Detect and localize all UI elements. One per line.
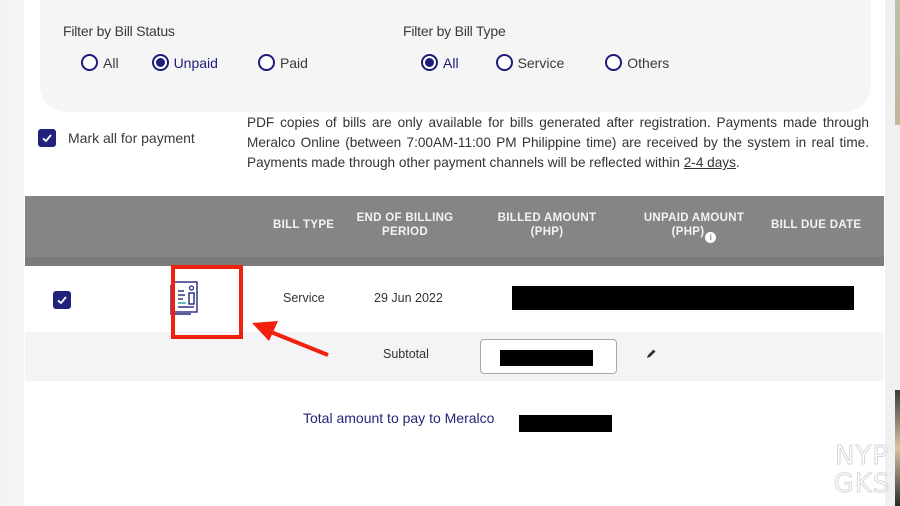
radio-label: All [443,54,459,71]
bill-status-filter: Filter by Bill Status All Unpaid Paid [63,23,308,71]
subtotal-label: Subtotal [383,347,429,361]
radio-label: All [103,54,119,71]
header-text: BILLED AMOUNT [497,212,597,224]
posting-days-link[interactable]: 2-4 days [684,155,736,170]
notice-line: PDF copies of bills are only available f… [247,115,869,130]
watermark-line: GKS [834,469,891,494]
notice-line: Payments made through other payment chan… [247,153,869,173]
redacted-subtotal [500,350,593,366]
checkmark-icon [42,134,52,143]
redacted-amounts-and-due-date [512,286,854,310]
header-text: END OF BILLING [356,212,454,224]
redacted-total-amount [519,415,612,432]
total-amount-label: Total amount to pay to Meralco [303,410,495,426]
table-row: Service 29 Jun 2022 [25,266,884,332]
type-radio-all[interactable]: All [421,54,459,71]
status-radio-paid[interactable]: Paid [257,54,308,71]
filter-card: Filter by Bill Status All Unpaid Paid Fi… [40,0,871,112]
radio-label: Others [627,54,670,71]
background-strip [895,0,900,125]
header-text: (PHP) [530,226,564,238]
end-of-billing-period-cell: 29 Jun 2022 [374,291,443,305]
info-icon[interactable]: i [705,232,717,243]
radio-circle [257,54,275,71]
subtotal-amount-input[interactable] [480,339,617,374]
header-text: (PHP) [671,226,705,238]
mark-all-for-payment[interactable]: Mark all for payment [38,129,195,147]
red-arrow-annotation [252,321,329,357]
radio-circle [81,54,98,71]
watermark-line: NYP [835,441,889,471]
subtotal-row: Subtotal [25,332,884,381]
pencil-icon[interactable] [645,348,657,360]
row-select-checkbox[interactable] [53,291,71,309]
notice-text: Payments made through other payment chan… [247,155,684,170]
radio-circle [151,54,169,71]
mark-all-checkbox[interactable] [38,129,56,147]
status-radio-unpaid[interactable]: Unpaid [151,54,218,71]
header-end-of-billing-period: END OF BILLING PERIOD [355,211,455,239]
bill-type-filter-title: Filter by Bill Type [403,23,506,39]
header-bill-type: BILL TYPE [273,219,335,231]
radio-label: Paid [279,54,308,71]
bill-status-filter-title: Filter by Bill Status [63,23,175,39]
radio-circle [605,54,623,71]
radio-circle [495,54,513,71]
left-page-gutter [0,0,24,506]
header-text: PERIOD [382,226,428,238]
bills-panel: Filter by Bill Status All Unpaid Paid Fi… [24,0,890,506]
header-text: UNPAID AMOUNT [643,212,745,224]
header-billed-amount: BILLED AMOUNT (PHP) [495,211,599,239]
bill-type-filter: Filter by Bill Type All Service Others [403,23,669,71]
header-unpaid-amount: UNPAID AMOUNT (PHP) i [642,211,746,243]
status-radio-all[interactable]: All [81,54,119,71]
type-radio-service[interactable]: Service [495,54,565,71]
highlight-box-annotation [171,265,243,339]
payment-notice: PDF copies of bills are only available f… [247,113,869,173]
radio-circle [421,54,438,71]
notice-line: Meralco Online (between 7:00AM-11:00 PM … [247,135,869,150]
mark-all-label: Mark all for payment [68,130,195,146]
bills-table-header: BILL TYPE END OF BILLING PERIOD BILLED A… [25,196,884,266]
checkmark-icon [57,296,67,305]
bill-type-cell: Service [283,291,325,305]
radio-label: Service [517,54,565,71]
header-bill-due-date: BILL DUE DATE [771,219,862,231]
nypgks-watermark: NYP GKS [833,441,891,494]
notice-text: . [735,155,740,170]
type-radio-others[interactable]: Others [605,54,669,71]
radio-label: Unpaid [173,54,218,71]
